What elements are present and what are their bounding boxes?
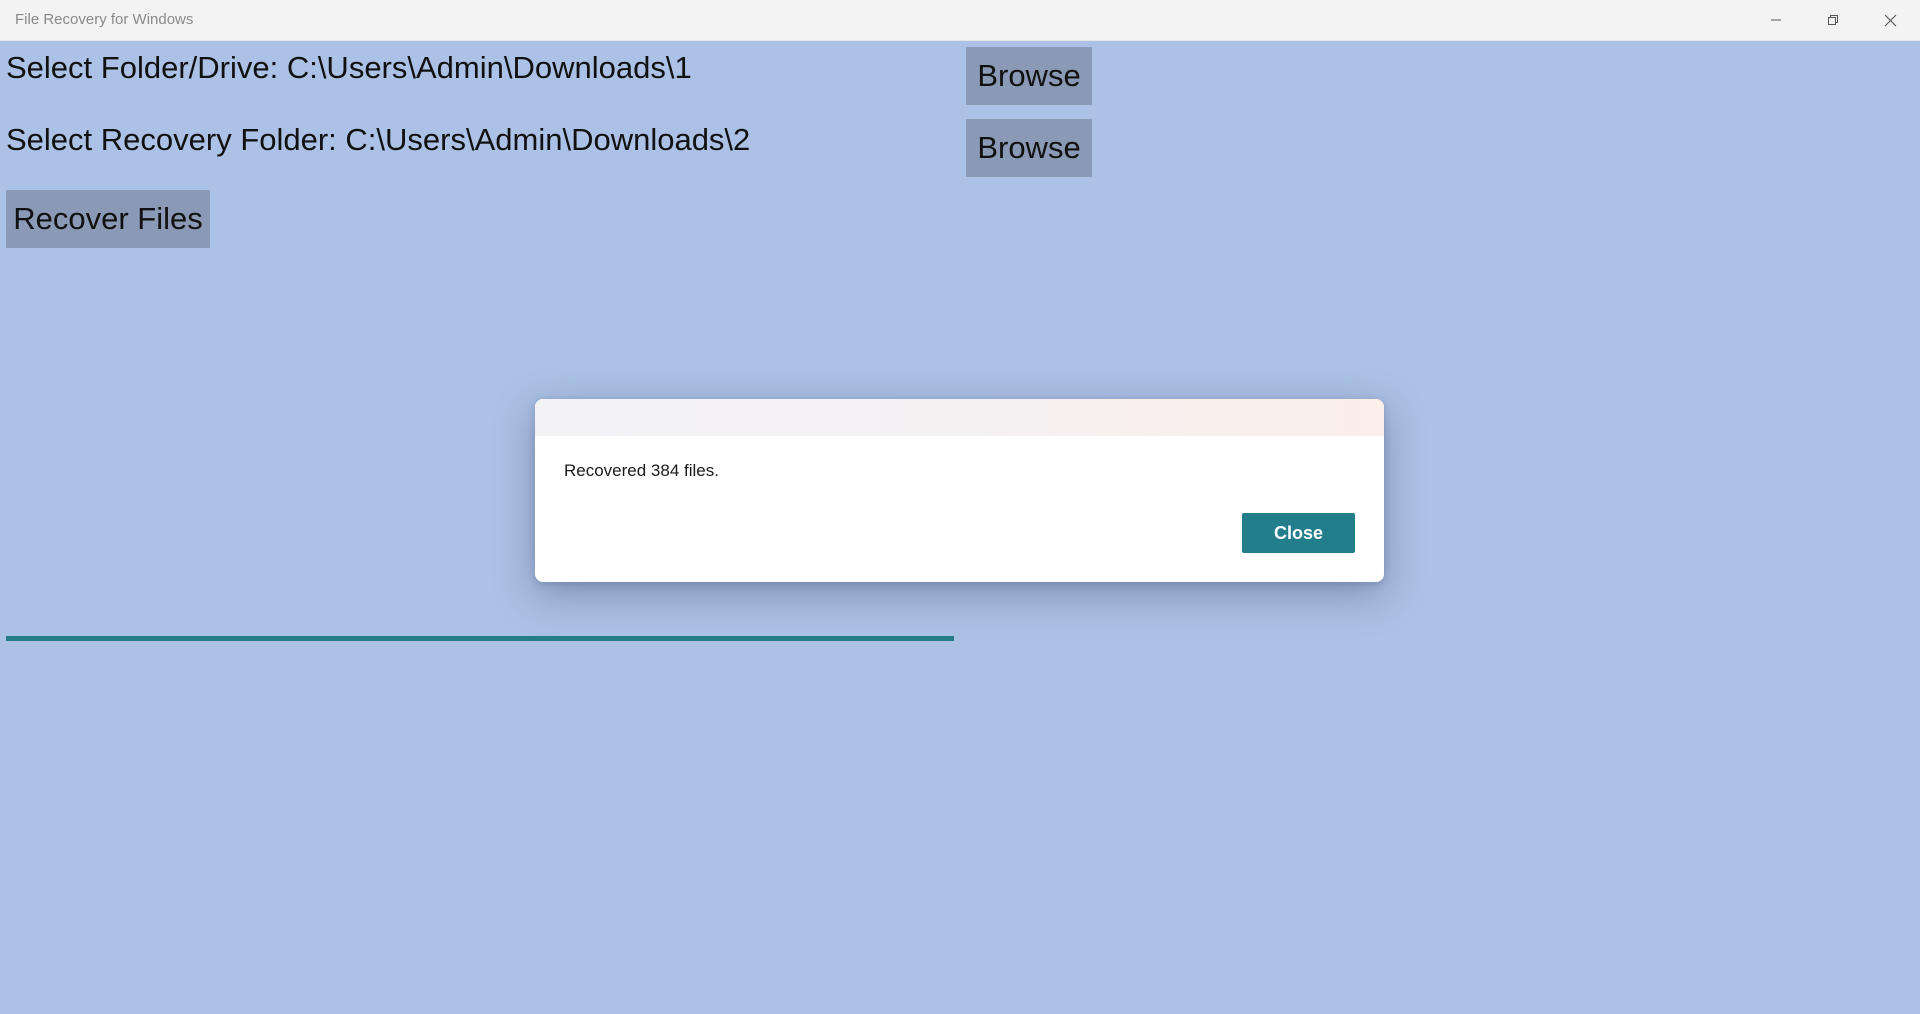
progress-fill	[6, 636, 954, 641]
close-icon	[1884, 14, 1897, 27]
window-title: File Recovery for Windows	[15, 11, 194, 28]
dialog-message: Recovered 384 files.	[564, 461, 719, 480]
close-window-button[interactable]	[1862, 0, 1918, 40]
app-window: File Recovery for Windows Select Folder/…	[0, 0, 1920, 1014]
dialog-close-button[interactable]: Close	[1242, 513, 1355, 553]
browse-recovery-button[interactable]: Browse	[966, 119, 1092, 177]
recover-files-button[interactable]: Recover Files	[6, 190, 210, 248]
restore-icon	[1827, 14, 1839, 26]
title-bar[interactable]: File Recovery for Windows	[0, 0, 1920, 41]
source-folder-label: Select Folder/Drive: C:\Users\Admin\Down…	[6, 50, 692, 85]
restore-button[interactable]	[1805, 0, 1861, 40]
progress-bar	[6, 636, 954, 641]
result-dialog: Recovered 384 files. Close	[535, 399, 1384, 582]
browse-source-button[interactable]: Browse	[966, 47, 1092, 105]
dialog-header	[535, 399, 1384, 436]
minimize-button[interactable]	[1748, 0, 1804, 40]
recovery-folder-label: Select Recovery Folder: C:\Users\Admin\D…	[6, 122, 751, 157]
minimize-icon	[1770, 14, 1782, 26]
